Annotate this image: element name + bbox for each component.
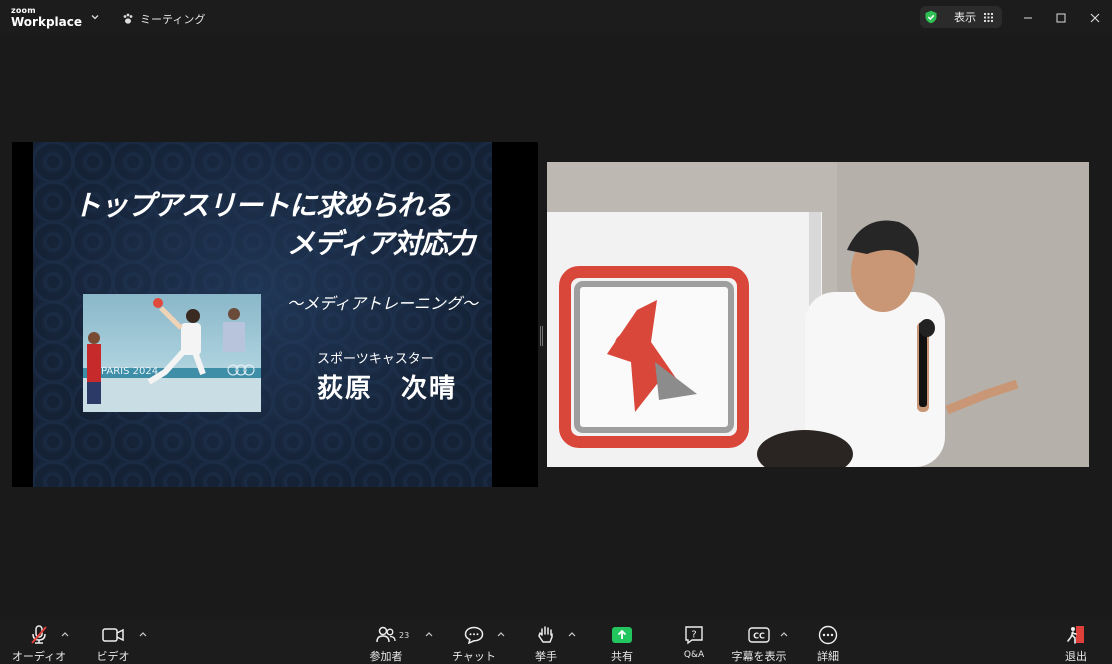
closed-captions-icon: CC — [748, 627, 770, 643]
audio-button[interactable]: オーディオ — [9, 625, 69, 664]
paw-icon — [123, 13, 133, 24]
video-button[interactable]: ビデオ — [83, 625, 143, 664]
share-button[interactable]: 共有 — [592, 625, 652, 664]
reactions-chevron-icon[interactable] — [568, 631, 576, 637]
handball-photo-illustration: PARIS 2024 — [83, 298, 261, 412]
logo-zoom-text: zoom — [11, 6, 36, 15]
audio-options-chevron-icon[interactable] — [61, 631, 69, 637]
split-resize-handle[interactable] — [540, 326, 543, 346]
more-button[interactable]: 詳細 — [798, 625, 858, 664]
close-icon — [1090, 13, 1100, 23]
svg-text:?: ? — [691, 630, 696, 641]
photo-paris-text: PARIS 2024 — [101, 366, 158, 377]
more-ellipsis-icon — [818, 625, 838, 645]
share-label: 共有 — [611, 650, 633, 663]
slide-title-line2: メディア対応力 — [287, 227, 475, 260]
video-label: ビデオ — [96, 650, 130, 663]
participants-label: 参加者 — [369, 650, 403, 663]
video-options-chevron-icon[interactable] — [139, 631, 147, 637]
meeting-menu[interactable]: ミーティング — [122, 11, 205, 27]
maximize-button[interactable] — [1051, 8, 1071, 28]
captions-label: 字幕を表示 — [731, 650, 787, 663]
slide-title-line1: トップアスリートに求められる — [73, 189, 452, 222]
shield-check-icon — [925, 10, 937, 24]
speaker-video — [547, 162, 1089, 467]
chevron-down-icon[interactable] — [90, 12, 100, 22]
svg-text:CC: CC — [753, 631, 765, 640]
slide-subtitle: ～メディアトレーニング～ — [287, 294, 478, 313]
raise-hand-icon — [538, 626, 553, 643]
chat-label: チャット — [452, 650, 496, 663]
participants-options-chevron-icon[interactable] — [425, 631, 433, 637]
presentation-slide: トップアスリートに求められる メディア対応力 PARIS 2024 ～メディアト… — [33, 142, 492, 487]
chat-bubble-icon — [464, 626, 484, 644]
maximize-icon — [1056, 13, 1066, 23]
captions-options-chevron-icon[interactable] — [780, 631, 788, 637]
chat-options-chevron-icon[interactable] — [497, 631, 505, 637]
participants-icon — [376, 626, 396, 643]
meeting-label: ミーティング — [140, 13, 206, 26]
slide-speaker-role: スポーツキャスター — [317, 352, 434, 367]
view-label: 表示 — [954, 11, 976, 24]
meeting-toolbar: オーディオ ビデオ 参加者 23 チャット 挙手 共有 ? Q&A CC 字幕を… — [0, 619, 1112, 664]
slide-photo-handball: PARIS 2024 — [83, 294, 261, 412]
view-button[interactable]: 表示 — [920, 6, 1002, 28]
share-screen-icon — [612, 627, 632, 643]
leave-button[interactable]: 退出 — [1046, 625, 1106, 664]
leave-label: 退出 — [1065, 650, 1087, 663]
logo-workplace-text: Workplace — [11, 15, 83, 29]
video-camera-icon — [102, 628, 124, 642]
raise-hand-button[interactable]: 挙手 — [516, 625, 576, 664]
shared-screen: トップアスリートに求められる メディア対応力 PARIS 2024 ～メディアト… — [12, 142, 538, 487]
grid-icon — [984, 12, 993, 22]
qa-label: Q&A — [683, 650, 705, 660]
exit-door-icon — [1067, 626, 1084, 644]
participants-count-badge: 23 — [399, 631, 410, 640]
slide-speaker-name: 荻原 次晴 — [317, 374, 458, 404]
microphone-muted-icon — [31, 625, 47, 644]
title-bar: zoom Workplace ミーティング 表示 — [0, 0, 1112, 35]
zoom-workplace-logo[interactable]: zoom Workplace — [11, 6, 83, 29]
minimize-button[interactable] — [1018, 8, 1038, 28]
speaker-video-illustration — [547, 162, 1089, 467]
close-button[interactable] — [1085, 8, 1105, 28]
minimize-icon — [1024, 17, 1032, 19]
audio-label: オーディオ — [11, 650, 67, 663]
more-label: 詳細 — [817, 650, 839, 663]
raise-hand-label: 挙手 — [535, 650, 557, 663]
chat-button[interactable]: チャット — [444, 625, 504, 664]
question-box-icon: ? — [685, 626, 703, 645]
qa-button[interactable]: ? Q&A — [664, 625, 724, 660]
